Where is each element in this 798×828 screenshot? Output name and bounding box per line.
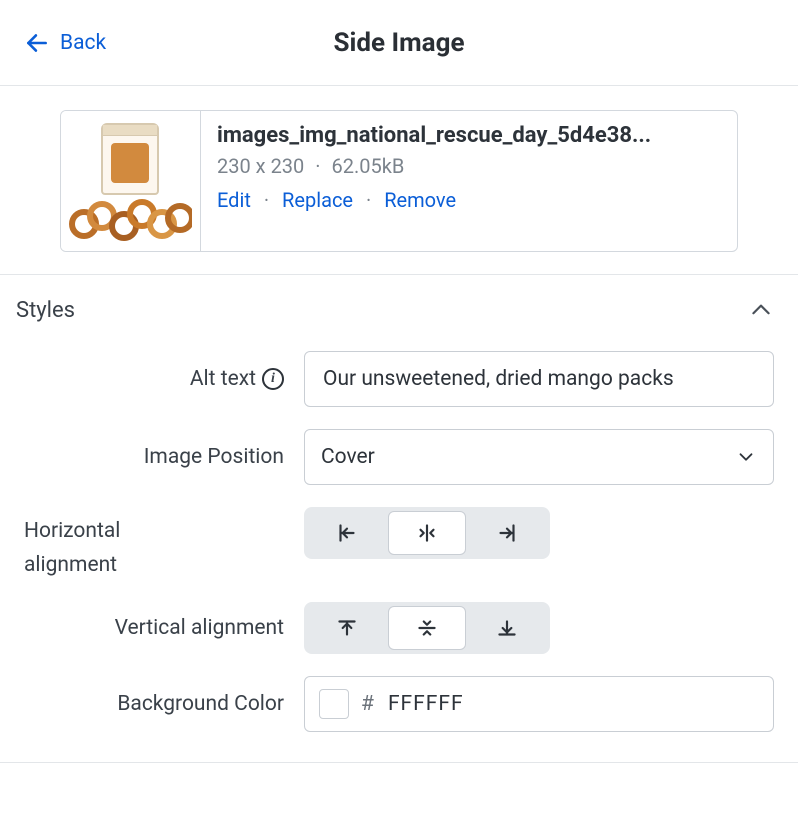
v-align-middle-button[interactable]: [388, 606, 466, 650]
v-align-bottom-button[interactable]: [468, 606, 546, 650]
v-align-row: Vertical alignment: [24, 602, 774, 654]
chevron-down-icon: [735, 446, 757, 468]
asset-meta: images_img_national_rescue_day_5d4e38...…: [201, 111, 737, 251]
separator-dot: ·: [315, 154, 320, 178]
styles-form: Alt text i Image Position Cover Horizont…: [0, 331, 798, 763]
h-align-segmented: [304, 507, 550, 559]
edit-link[interactable]: Edit: [217, 188, 251, 212]
h-align-right-button[interactable]: [468, 511, 546, 555]
bg-color-input-wrap: #: [304, 676, 774, 732]
asset-actions: Edit · Replace · Remove: [217, 188, 721, 212]
h-align-left-button[interactable]: [308, 511, 386, 555]
image-position-select[interactable]: Cover: [304, 429, 774, 485]
styles-section-title: Styles: [16, 298, 75, 323]
h-align-label-line1: Horizontal: [24, 517, 120, 545]
image-position-value: Cover: [321, 445, 375, 469]
align-right-icon: [494, 520, 520, 546]
asset-card: images_img_national_rescue_day_5d4e38...…: [60, 110, 738, 252]
bg-color-row: Background Color #: [24, 676, 774, 732]
alt-text-input-wrap: [304, 351, 774, 407]
back-button[interactable]: Back: [0, 30, 106, 56]
image-position-label-col: Image Position: [24, 445, 304, 469]
bg-color-label: Background Color: [117, 692, 284, 716]
bg-color-label-col: Background Color: [24, 692, 304, 716]
align-center-h-icon: [414, 520, 440, 546]
chevron-up-icon: [748, 297, 774, 323]
separator-dot: ·: [366, 188, 371, 212]
asset-card-section: images_img_national_rescue_day_5d4e38...…: [0, 86, 798, 275]
v-align-label-col: Vertical alignment: [24, 616, 304, 640]
info-icon[interactable]: i: [262, 368, 284, 390]
align-middle-v-icon: [414, 615, 440, 641]
asset-dimensions-row: 230 x 230 · 62.05kB: [217, 154, 721, 178]
back-label: Back: [60, 31, 106, 55]
styles-section-header[interactable]: Styles: [0, 275, 798, 331]
remove-link[interactable]: Remove: [384, 188, 456, 212]
asset-filesize: 62.05kB: [331, 154, 404, 178]
align-left-icon: [334, 520, 360, 546]
bg-color-hex-input[interactable]: [386, 691, 658, 717]
panel-title: Side Image: [0, 28, 798, 58]
alt-text-row: Alt text i: [24, 351, 774, 407]
hash-symbol: #: [361, 692, 374, 716]
h-align-label-line2: alignment: [24, 551, 117, 579]
alt-text-label: Alt text: [190, 367, 256, 391]
image-position-row: Image Position Cover: [24, 429, 774, 485]
asset-thumbnail[interactable]: [61, 111, 201, 251]
v-align-top-button[interactable]: [308, 606, 386, 650]
separator-dot: ·: [264, 188, 269, 212]
h-align-label-col: Horizontal alignment: [24, 507, 304, 580]
asset-filename: images_img_national_rescue_day_5d4e38...: [217, 123, 721, 148]
thumbnail-image: [67, 117, 194, 245]
align-top-icon: [334, 615, 360, 641]
align-bottom-icon: [494, 615, 520, 641]
image-position-label: Image Position: [144, 445, 284, 469]
alt-text-input[interactable]: [321, 366, 757, 392]
alt-text-label-col: Alt text i: [24, 367, 304, 391]
h-align-row: Horizontal alignment: [24, 507, 774, 580]
color-swatch[interactable]: [319, 689, 349, 719]
panel-header: Back Side Image: [0, 0, 798, 86]
arrow-left-icon: [24, 30, 50, 56]
v-align-label: Vertical alignment: [115, 616, 284, 640]
v-align-segmented: [304, 602, 550, 654]
replace-link[interactable]: Replace: [282, 188, 353, 212]
h-align-center-button[interactable]: [388, 511, 466, 555]
asset-dimensions: 230 x 230: [217, 154, 304, 178]
